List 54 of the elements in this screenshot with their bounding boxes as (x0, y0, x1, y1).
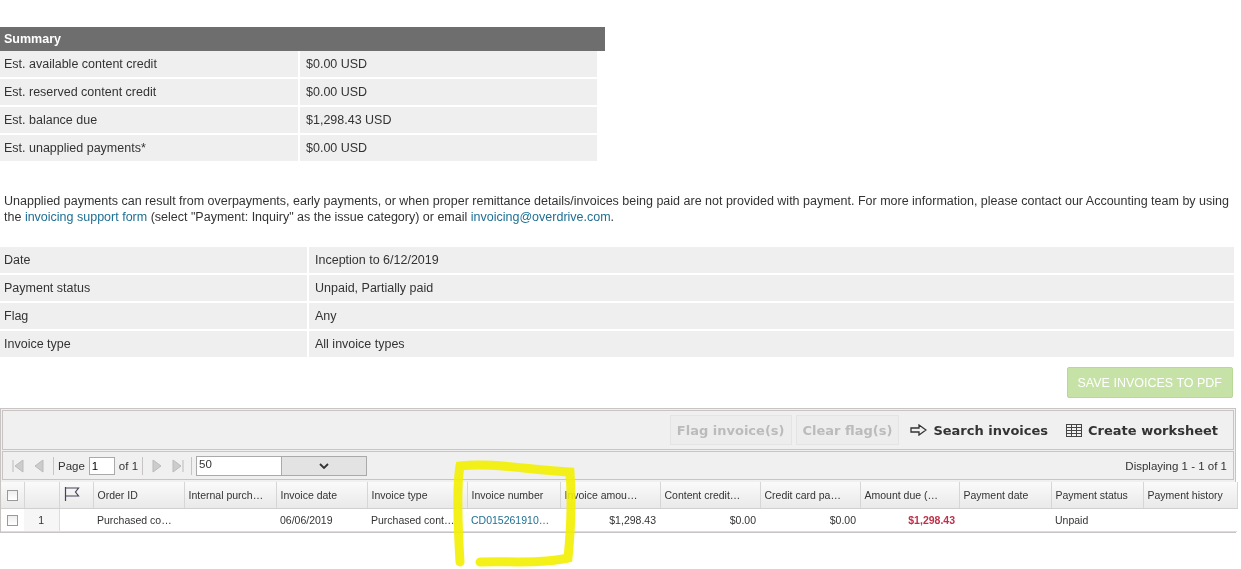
table-cell: Purchased cont… (367, 508, 467, 532)
toolbar-button[interactable]: Create worksheet (1059, 415, 1225, 445)
summary-value: $1,298.43 USD (298, 107, 597, 133)
summary-value: $0.00 USD (298, 51, 597, 77)
page-label: Page (58, 459, 85, 472)
column-header[interactable]: Content credit… (660, 482, 760, 509)
filter-label: Invoice type (0, 331, 307, 357)
column-header[interactable]: Invoice number (467, 482, 560, 509)
summary-label: Est. available content credit (0, 51, 298, 77)
row-number: 1 (24, 508, 59, 532)
first-page-icon[interactable] (9, 456, 27, 475)
filter-value: Unpaid, Partially paid (307, 275, 1234, 301)
column-header[interactable]: Payment date (959, 482, 1051, 509)
table-icon (1066, 423, 1083, 437)
column-header[interactable]: Payment status (1051, 482, 1143, 509)
support-form-link[interactable]: invoicing support form (24, 210, 148, 224)
amount-due-cell: $1,298.43 (860, 508, 959, 532)
table-cell: $0.00 (660, 508, 760, 532)
checkbox[interactable] (6, 490, 18, 502)
arrow-icon (910, 424, 928, 436)
footnote-text: Unapplied payments can result from overpayments, early payments, or when proper remittance details/invoices being paid are not provided with payment. For more information, please contact our Accounting team by using the invoicing support form (select "Payment: Inquiry" as the issue category) or email invoicing@overdrive.com. (4, 193, 1229, 225)
filter-value: All invoice types (307, 331, 1234, 357)
summary-label: Est. unapplied payments* (0, 135, 298, 161)
page-count: of 1 (118, 459, 139, 472)
filter-label: Payment status (0, 275, 307, 301)
flag-icon (63, 487, 80, 501)
filter-value: Any (307, 303, 1234, 329)
invoice-link[interactable]: CD015261910… (471, 514, 550, 526)
toolbar-button[interactable]: Search invoices (903, 415, 1056, 445)
checkbox[interactable] (7, 515, 18, 527)
table-cell: 06/06/2019 (276, 508, 367, 532)
column-header[interactable]: Order ID (93, 482, 184, 509)
page-input[interactable]: 1 (88, 456, 115, 475)
column-header[interactable]: Amount due (… (860, 482, 959, 509)
summary-value: $0.00 USD (298, 135, 597, 161)
table-cell: Unpaid (1051, 508, 1143, 532)
caret-icon (319, 462, 330, 469)
page-size-select[interactable]: 50 (196, 455, 368, 476)
column-header[interactable]: Invoice date (276, 482, 367, 509)
email-link[interactable]: invoicing@overdrive.com (470, 210, 611, 224)
summary-header: Summary (0, 27, 605, 51)
displaying-text: Displaying 1 - 1 of 1 (1125, 459, 1227, 472)
summary-value: $0.00 USD (298, 79, 597, 105)
filter-label: Flag (0, 303, 307, 329)
column-header[interactable]: Credit card pa… (760, 482, 860, 509)
column-header[interactable]: Payment history (1143, 482, 1237, 509)
filter-value: Inception to 6/12/2019 (307, 247, 1234, 273)
filter-label: Date (0, 247, 307, 273)
table-cell: $1,298.43 (560, 508, 660, 532)
summary-label: Est. reserved content credit (0, 79, 298, 105)
table-cell: Purchased co… (93, 508, 184, 532)
summary-label: Est. balance due (0, 107, 298, 133)
column-header[interactable]: Internal purch… (184, 482, 276, 509)
table-cell: $0.00 (760, 508, 860, 532)
